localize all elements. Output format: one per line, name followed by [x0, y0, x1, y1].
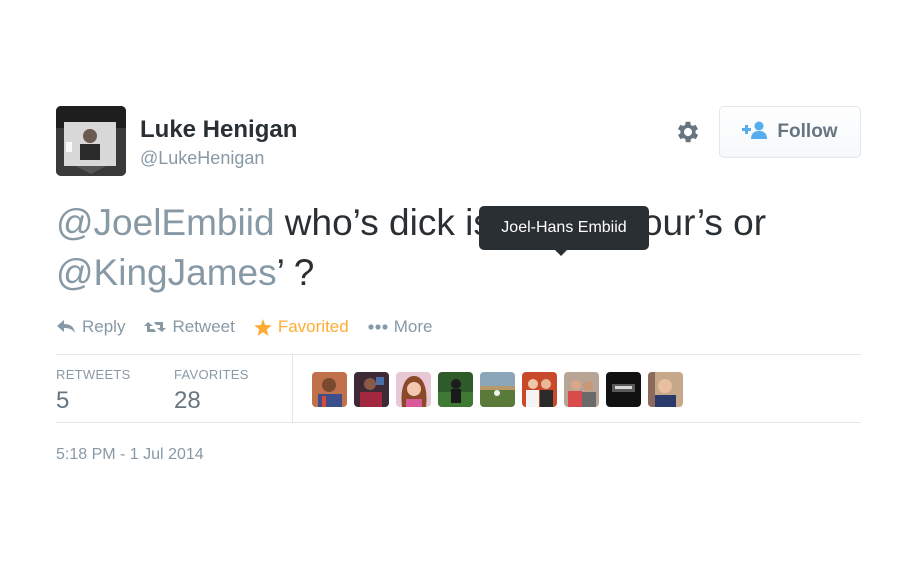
- favoriter-avatar[interactable]: [354, 372, 389, 407]
- author-avatar-image: [56, 106, 126, 176]
- favorited-label: Favorited: [277, 317, 349, 336]
- tweet-header: Luke Henigan @LukeHenigan Follow: [56, 106, 861, 176]
- favorites-stat[interactable]: FAVORITES 28: [174, 367, 249, 415]
- star-icon: [253, 318, 272, 336]
- add-user-icon: [742, 121, 768, 144]
- retweets-count: 5: [56, 387, 70, 414]
- gear-icon[interactable]: [674, 118, 702, 146]
- favorites-count: 28: [174, 387, 201, 414]
- retweet-button[interactable]: Retweet: [144, 317, 235, 337]
- retweets-stat[interactable]: RETWEETS 5: [56, 367, 131, 415]
- tooltip-arrow: [554, 249, 568, 256]
- favoriter-avatar[interactable]: [564, 372, 599, 407]
- retweets-label: RETWEETS: [56, 367, 131, 382]
- favoriters-avatars: [312, 372, 683, 407]
- favorites-label: FAVORITES: [174, 367, 249, 382]
- favoriter-avatar[interactable]: [648, 372, 683, 407]
- tweet-text-segment: ’ ?: [276, 252, 315, 293]
- more-dots-icon: [368, 324, 388, 330]
- reply-button[interactable]: Reply: [56, 317, 125, 337]
- stats-divider: [292, 355, 293, 423]
- reply-label: Reply: [82, 317, 126, 336]
- retweet-label: Retweet: [172, 317, 235, 336]
- tweet-stats: RETWEETS 5 FAVORITES 28: [56, 354, 861, 423]
- favoriter-avatar[interactable]: [606, 372, 641, 407]
- reply-icon: [56, 319, 76, 335]
- favorite-button[interactable]: Favorited: [253, 317, 349, 337]
- user-tooltip: Joel-Hans Embiid: [479, 206, 649, 250]
- follow-button[interactable]: Follow: [719, 106, 861, 158]
- more-label: More: [393, 317, 433, 336]
- favoriter-avatar[interactable]: [396, 372, 431, 407]
- mention-link[interactable]: @JoelEmbiid: [56, 202, 275, 243]
- favoriter-avatar[interactable]: [438, 372, 473, 407]
- more-button[interactable]: More: [368, 317, 433, 337]
- tweet-card: Luke Henigan @LukeHenigan Follow @JoelEm…: [56, 106, 861, 463]
- follow-button-label: Follow: [777, 121, 838, 142]
- tweet-timestamp[interactable]: 5:18 PM - 1 Jul 2014: [56, 446, 204, 464]
- mention-link[interactable]: @KingJames: [56, 252, 277, 293]
- retweet-icon: [144, 319, 167, 335]
- favoriter-avatar[interactable]: [522, 372, 557, 407]
- tweet-text: @JoelEmbiid who’s dick is bigger, your’s…: [56, 198, 861, 298]
- author-avatar[interactable]: [56, 106, 126, 176]
- favoriter-avatar[interactable]: [480, 372, 515, 407]
- favoriter-avatar[interactable]: [312, 372, 347, 407]
- author-handle[interactable]: @LukeHenigan: [140, 148, 264, 169]
- tweet-actions: Reply Retweet Favorited More: [56, 314, 451, 340]
- author-name[interactable]: Luke Henigan: [140, 116, 297, 144]
